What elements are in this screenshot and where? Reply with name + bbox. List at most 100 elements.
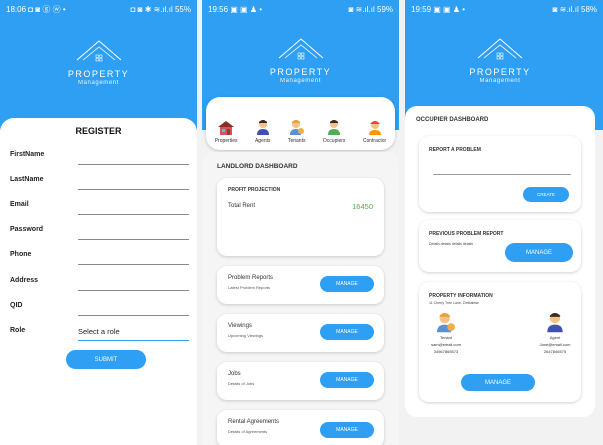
app-logo: PROPERTY Management [0, 38, 197, 86]
nav-tenants[interactable]: Tenants [288, 119, 305, 144]
status-bar: 18:06 ◘ ◙ ⓖ ⓦ • ◘ ◙ ✱ ≋.ıl.ıl 55% [0, 0, 197, 18]
nav-label: Occupiers [322, 138, 346, 144]
manage-problem-reports-button[interactable]: MANAGE [320, 276, 374, 292]
brand-name: PROPERTY [67, 69, 130, 79]
qid-field[interactable]: QID [10, 302, 189, 316]
manage-previous-button[interactable]: MANAGE [505, 243, 573, 262]
status-icons: ◘ ◙ ⓖ ⓦ • [28, 4, 66, 14]
role-value[interactable]: Select a role [78, 327, 120, 336]
lastname-field[interactable]: LastName [10, 176, 189, 190]
brand-subtitle: Management [279, 78, 322, 84]
field-label: Phone [10, 251, 32, 258]
firstname-input[interactable] [78, 164, 189, 165]
phone-input[interactable] [78, 264, 189, 265]
qid-input[interactable] [78, 315, 189, 316]
card-title: Rental Agreements [228, 419, 280, 425]
create-report-button[interactable]: CREATE [523, 187, 569, 202]
brand-name: PROPERTY [469, 67, 531, 77]
nav-properties[interactable]: Properties [215, 120, 238, 144]
address-input[interactable] [78, 290, 189, 291]
manage-jobs-button[interactable]: MANAGE [320, 372, 374, 388]
card-title: Viewings [228, 323, 252, 329]
manage-property-button[interactable]: MANAGE [461, 374, 535, 391]
role-underline [78, 340, 189, 341]
card-subtitle: Details of Agreements [228, 429, 268, 434]
field-label: Email [10, 201, 29, 208]
role-label: Role [10, 327, 26, 334]
property-info-card: PROPERTY INFORMATION 11 Cherry Tree Lane… [419, 282, 581, 402]
jobs-card: Jobs Details of Jobs MANAGE [217, 362, 384, 400]
address-field[interactable]: Address [10, 277, 189, 291]
field-label: QID [10, 302, 23, 309]
agent-phone: 2647846575 [543, 349, 567, 354]
landlord-screen: 19:56 ▣ ▣ ♟ • ◙ ≋.ıl.ıl 59% PROPERTY Man… [202, 0, 399, 445]
problem-reports-card: Problem Reports Latest Problem Reports M… [217, 266, 384, 304]
tenant-contact: Tenant sam@email.com 34567865573 [416, 311, 476, 354]
profit-card: PROFIT PROJECTION Total Rent 16450 [217, 178, 384, 256]
house-logo-icon [278, 38, 323, 60]
role-icon-bar: Properties Agents Tenants Occupiers Cont… [206, 97, 395, 150]
card-subtitle: Details of Jobs [228, 381, 255, 386]
card-title: Problem Reports [228, 275, 274, 281]
card-title: Jobs [228, 371, 241, 377]
previous-details: Details details details details [429, 242, 473, 246]
nav-label: Properties [214, 138, 238, 144]
problem-input[interactable] [433, 174, 571, 175]
nav-agents[interactable]: Agents [255, 119, 271, 144]
nav-label: Contractor [362, 138, 387, 144]
lastname-input[interactable] [78, 189, 189, 190]
register-screen: 18:06 ◘ ◙ ⓖ ⓦ • ◘ ◙ ✱ ≋.ıl.ıl 55% PROPER… [0, 0, 197, 445]
profit-title: PROFIT PROJECTION [228, 187, 281, 193]
status-icons: ▣ ▣ ♟ • [433, 4, 466, 14]
status-bar: 19:59 ▣ ▣ ♟ • ◙ ≋.ıl.ıl 58% [405, 0, 603, 18]
submit-button[interactable]: SUBMIT [66, 350, 146, 369]
status-right: ◙ ≋.ıl.ıl 59% [348, 4, 393, 14]
occupier-dashboard: OCCUPIER DASHBOARD REPORT A PROBLEM CREA… [405, 106, 595, 417]
status-icons: ▣ ▣ ♟ • [230, 4, 263, 14]
agent-contact: Agent Jane@email.com 2647846575 [525, 311, 585, 354]
nav-occupiers[interactable]: Occupiers [322, 119, 346, 144]
nav-label: Agents [254, 138, 271, 144]
email-field[interactable]: Email [10, 201, 189, 215]
status-time: 19:59 [411, 4, 432, 14]
house-logo-icon [477, 38, 523, 60]
dashboard-title: LANDLORD DASHBOARD [217, 163, 298, 170]
house-icon [218, 121, 235, 135]
previous-title: PREVIOUS PROBLEM REPORT [429, 231, 504, 237]
report-problem-card: REPORT A PROBLEM CREATE [419, 136, 581, 212]
app-logo: PROPERTY Management [202, 36, 399, 84]
dashboard-title: OCCUPIER DASHBOARD [416, 117, 489, 123]
contractor-icon [368, 121, 381, 135]
total-rent-value: 16450 [352, 202, 373, 211]
total-rent-label: Total Rent [228, 203, 256, 209]
role-select[interactable]: Role Select a role [10, 327, 189, 341]
nav-contractor[interactable]: Contractor [363, 119, 386, 144]
property-address: 11 Cherry Tree Lane, Zimbabwe [429, 301, 479, 305]
manage-agreements-button[interactable]: MANAGE [320, 422, 374, 438]
phone-field[interactable]: Phone [10, 251, 189, 265]
status-right: ◙ ≋.ıl.ıl 58% [552, 4, 597, 14]
occupier-icon [328, 120, 341, 135]
manage-viewings-button[interactable]: MANAGE [320, 324, 374, 340]
house-logo-icon [76, 40, 121, 62]
agent-email: Jane@email.com [539, 342, 571, 347]
brand-name: PROPERTY [269, 67, 332, 77]
password-input[interactable] [78, 239, 189, 240]
tenant-icon [437, 313, 455, 333]
card-subtitle: Latest Problem Reports [228, 285, 271, 290]
app-logo: PROPERTY Management [405, 36, 595, 84]
firstname-field[interactable]: FirstName [10, 151, 189, 165]
field-label: FirstName [10, 151, 45, 158]
password-field[interactable]: Password [10, 226, 189, 240]
tenant-icon [289, 120, 304, 135]
status-time: 18:06 [6, 4, 27, 14]
status-time: 19:56 [208, 4, 229, 14]
brand-subtitle: Management [479, 78, 521, 84]
occupier-screen: 19:59 ▣ ▣ ♟ • ◙ ≋.ıl.ıl 58% PROPERTY Man… [405, 0, 603, 445]
report-title: REPORT A PROBLEM [429, 147, 481, 153]
email-input[interactable] [78, 214, 189, 215]
agent-icon [547, 313, 563, 333]
landlord-dashboard: LANDLORD DASHBOARD PROFIT PROJECTION Tot… [202, 152, 399, 445]
agent-icon [256, 120, 269, 135]
agent-role: Agent [549, 335, 561, 340]
